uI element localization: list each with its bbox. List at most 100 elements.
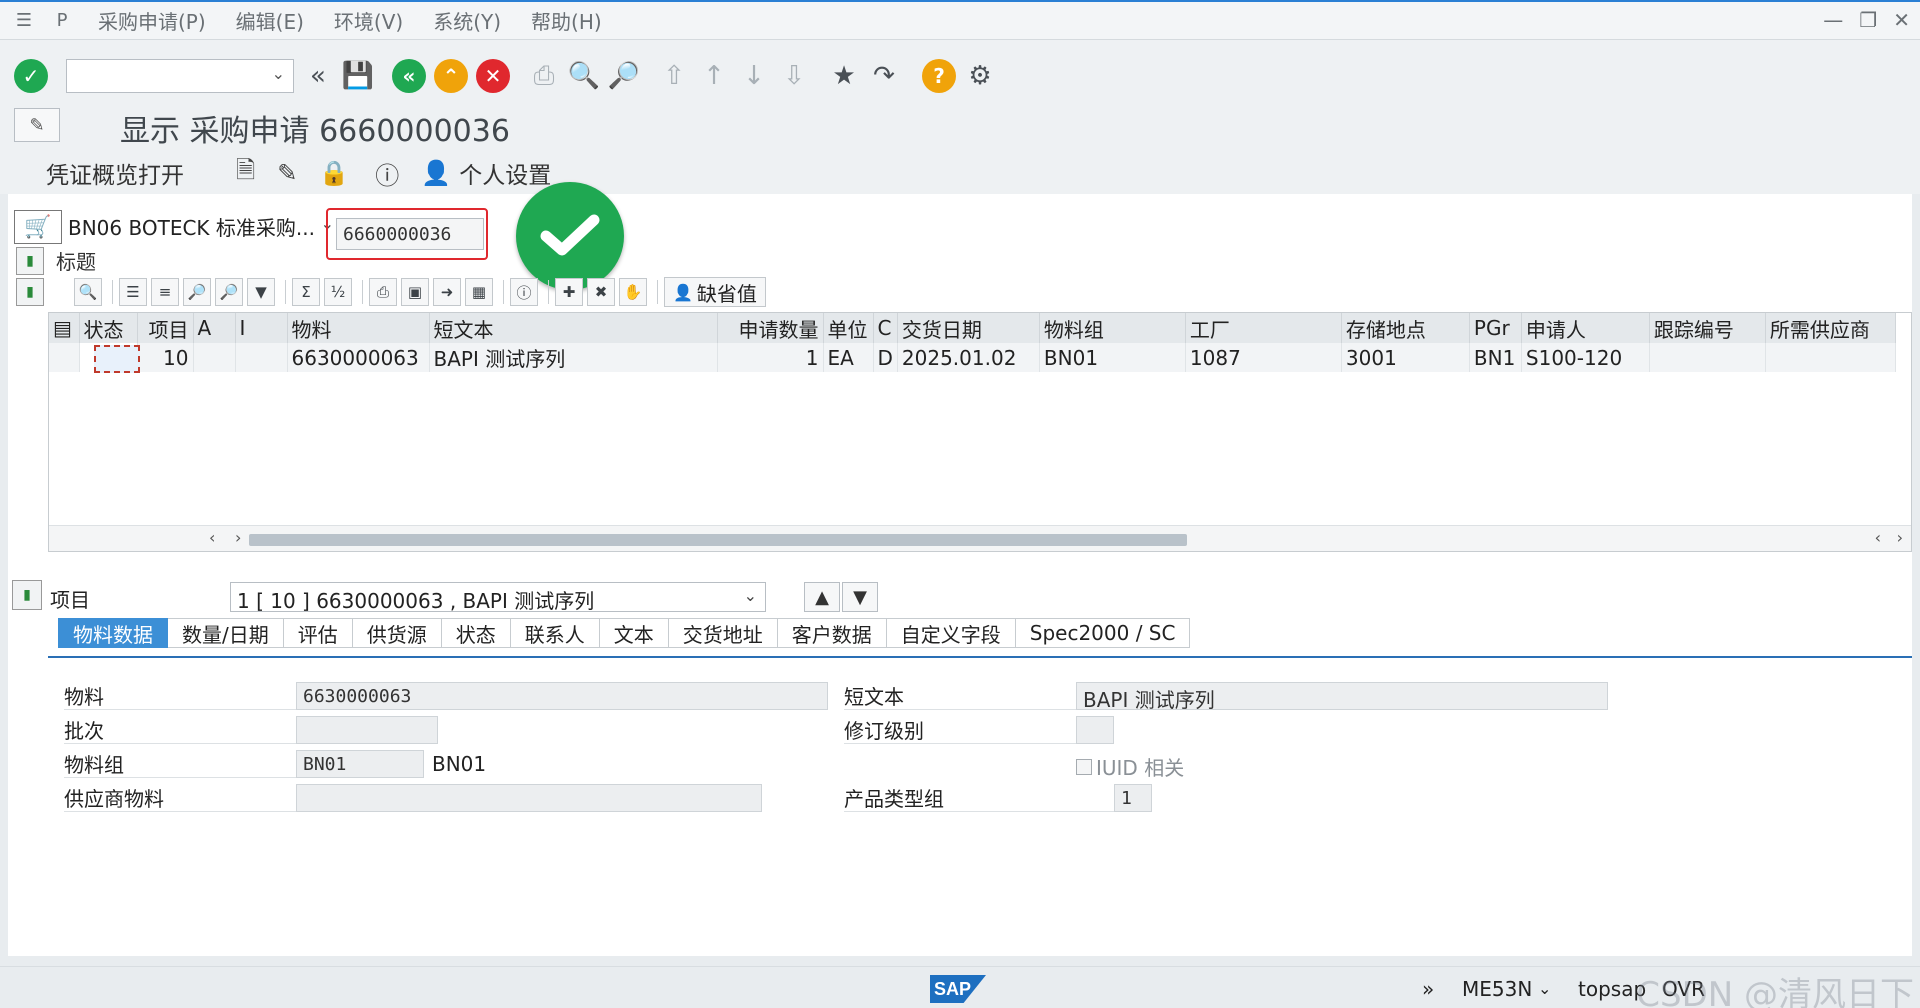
- column-header[interactable]: PGr: [1469, 313, 1522, 343]
- sum-icon[interactable]: Σ: [292, 278, 320, 306]
- create-document-icon[interactable]: 🗎: [236, 153, 255, 194]
- scroll-left-icon[interactable]: ‹: [209, 528, 215, 547]
- item-cell[interactable]: 10: [137, 343, 194, 372]
- previous-item-button[interactable]: ▲: [804, 582, 840, 612]
- next-item-button[interactable]: ▼: [842, 582, 878, 612]
- requisitioner-cell[interactable]: S100-120: [1521, 343, 1650, 372]
- hold-icon[interactable]: 🔒: [319, 159, 349, 187]
- account-assignment-cell[interactable]: [193, 343, 236, 372]
- batch-field[interactable]: [296, 716, 438, 744]
- short-text-cell[interactable]: BAPI 测试序列: [429, 343, 718, 372]
- column-header[interactable]: 所需供应商: [1765, 313, 1896, 343]
- command-input[interactable]: [67, 60, 267, 90]
- plant-cell[interactable]: 1087: [1185, 343, 1342, 372]
- print-icon[interactable]: ⎙: [528, 60, 560, 92]
- back-button[interactable]: «: [392, 59, 426, 93]
- column-header[interactable]: 短文本: [429, 313, 718, 343]
- material-group-field[interactable]: BN01: [296, 750, 424, 778]
- find-next-icon[interactable]: 🔎: [215, 278, 243, 306]
- menu-purchase-requisition[interactable]: 采购申请(P): [98, 6, 206, 35]
- column-header[interactable]: 申请人: [1521, 313, 1650, 343]
- column-header[interactable]: 物料组: [1039, 313, 1186, 343]
- unit-cell[interactable]: EA: [823, 343, 874, 372]
- column-header[interactable]: A: [193, 313, 236, 343]
- scrollbar-thumb[interactable]: [249, 534, 1187, 546]
- document-overview-button[interactable]: 凭证概览打开: [46, 156, 184, 190]
- default-values-button[interactable]: 👤 缺省值: [664, 277, 766, 307]
- cancel-button[interactable]: ✕: [476, 59, 510, 93]
- menu-help[interactable]: 帮助(H): [531, 6, 602, 35]
- tab-contact-person[interactable]: 联系人: [510, 618, 600, 648]
- command-field[interactable]: ⌄: [66, 59, 294, 93]
- find-icon[interactable]: 🔍: [568, 60, 600, 92]
- horizontal-scrollbar[interactable]: ‹ › ‹ ›: [49, 525, 1911, 551]
- date-category-cell[interactable]: D: [873, 343, 898, 372]
- info-icon[interactable]: ⓘ: [510, 278, 538, 306]
- product-type-group-field[interactable]: 1: [1114, 784, 1152, 812]
- desired-vendor-cell[interactable]: [1765, 343, 1896, 372]
- shortcut-icon[interactable]: ↷: [868, 60, 900, 92]
- display-change-icon[interactable]: ✎: [277, 159, 297, 187]
- tab-source-of-supply[interactable]: 供货源: [352, 618, 442, 648]
- column-header[interactable]: 存储地点: [1341, 313, 1470, 343]
- menu-environment[interactable]: 环境(V): [334, 6, 403, 35]
- hold-icon[interactable]: ✋: [619, 278, 647, 306]
- collapse-item-detail-icon[interactable]: ▮: [12, 580, 42, 610]
- double-chevron-right-icon[interactable]: »: [1422, 977, 1434, 1001]
- material-group-cell[interactable]: BN01: [1039, 343, 1186, 372]
- double-chevron-left-icon[interactable]: «: [302, 60, 334, 92]
- document-type-select[interactable]: BN06 BOTECK 标准采购... ⌄: [68, 212, 340, 242]
- column-header[interactable]: 项目: [137, 313, 194, 343]
- revision-level-field[interactable]: [1076, 716, 1114, 744]
- row-selector[interactable]: [49, 343, 80, 372]
- chevron-down-icon[interactable]: ⌄: [744, 586, 757, 605]
- info-icon[interactable]: ⓘ: [375, 156, 399, 191]
- material-cell[interactable]: 6630000063: [287, 343, 430, 372]
- vendor-material-field[interactable]: [296, 784, 762, 812]
- tab-valuation[interactable]: 评估: [283, 618, 353, 648]
- status-cell[interactable]: [79, 343, 140, 373]
- collapse-items-icon[interactable]: ▮: [16, 278, 44, 306]
- material-field[interactable]: 6630000063: [296, 682, 828, 710]
- enter-button[interactable]: ✓: [14, 59, 48, 93]
- other-pr-icon[interactable]: ✎: [14, 108, 60, 142]
- item-category-cell[interactable]: [235, 343, 288, 372]
- shopping-cart-icon[interactable]: 🛒: [14, 210, 62, 244]
- gear-icon[interactable]: ⚙: [964, 60, 996, 92]
- save-icon[interactable]: 💾: [342, 60, 374, 92]
- personal-settings-icon[interactable]: 👤: [421, 159, 451, 187]
- subtotal-icon[interactable]: ½: [324, 278, 352, 306]
- help-button[interactable]: ?: [922, 59, 956, 93]
- sap-menu-icon[interactable]: P: [48, 10, 76, 32]
- scroll-left-icon[interactable]: ‹: [1875, 528, 1881, 547]
- last-page-icon[interactable]: ⇩: [778, 60, 810, 92]
- quantity-cell[interactable]: 1: [717, 343, 824, 372]
- find-next-icon[interactable]: 🔎: [608, 60, 640, 92]
- delivery-date-cell[interactable]: 2025.01.02: [897, 343, 1040, 372]
- document-number-field[interactable]: 6660000036: [336, 218, 484, 250]
- export-icon[interactable]: ➜: [433, 278, 461, 306]
- iuid-checkbox[interactable]: [1076, 758, 1092, 775]
- filter-icon[interactable]: ▼: [247, 278, 275, 306]
- minimize-icon[interactable]: —: [1823, 8, 1843, 32]
- purchasing-group-cell[interactable]: BN1: [1469, 343, 1522, 372]
- short-text-field[interactable]: BAPI 测试序列: [1076, 682, 1608, 712]
- storage-location-cell[interactable]: 3001: [1341, 343, 1470, 372]
- sort-icon[interactable]: ≡: [151, 278, 179, 306]
- chevron-down-icon[interactable]: ⌄: [272, 64, 285, 83]
- tab-customer-data[interactable]: 客户数据: [777, 618, 887, 648]
- details-icon[interactable]: 🔍: [74, 278, 102, 306]
- column-header[interactable]: 交货日期: [897, 313, 1040, 343]
- align-icon[interactable]: ☰: [119, 278, 147, 306]
- tab-texts[interactable]: 文本: [599, 618, 669, 648]
- restore-icon[interactable]: ❐: [1859, 8, 1877, 32]
- column-header[interactable]: 申请数量: [717, 313, 824, 343]
- scroll-right-icon[interactable]: ›: [235, 528, 241, 547]
- menu-edit[interactable]: 编辑(E): [236, 6, 304, 35]
- personal-settings-button[interactable]: 个人设置: [459, 156, 551, 190]
- column-header[interactable]: 工厂: [1185, 313, 1342, 343]
- scroll-right-icon[interactable]: ›: [1897, 528, 1903, 547]
- column-header[interactable]: 跟踪编号: [1649, 313, 1766, 343]
- tab-material-data[interactable]: 物料数据: [58, 618, 168, 648]
- column-header[interactable]: 单位: [823, 313, 874, 343]
